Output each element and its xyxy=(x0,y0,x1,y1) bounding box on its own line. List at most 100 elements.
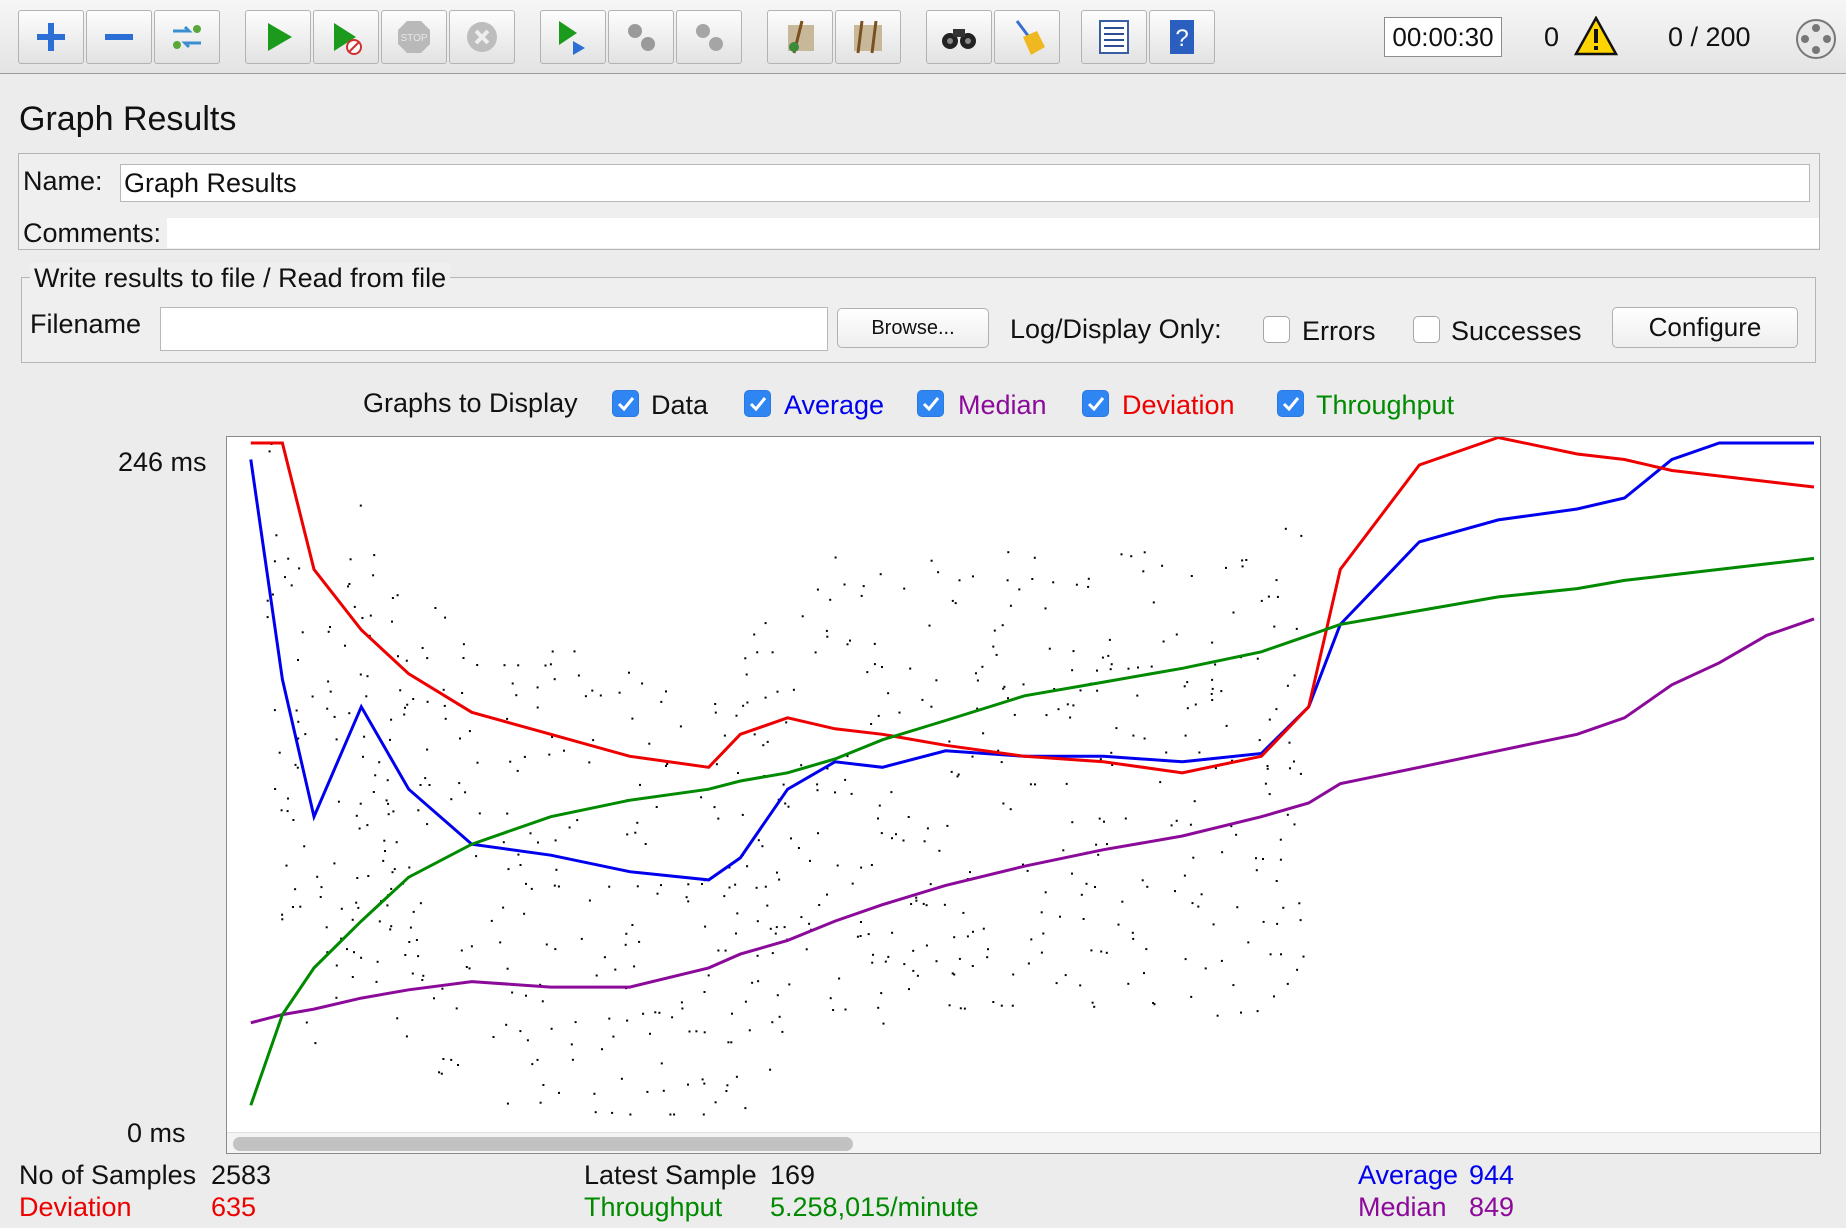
data-sample-point xyxy=(1136,694,1139,697)
data-sample-point xyxy=(426,823,429,826)
data-sample-point xyxy=(1075,583,1078,586)
data-sample-point xyxy=(1197,905,1200,908)
data-sample-point xyxy=(744,1107,747,1110)
shutdown-button[interactable] xyxy=(449,10,515,64)
data-sample-point xyxy=(1175,633,1178,636)
data-sample-point xyxy=(805,948,808,951)
clear-button[interactable] xyxy=(767,10,833,64)
average-stat-value: 944 xyxy=(1469,1160,1515,1190)
start-button[interactable] xyxy=(245,10,311,64)
data-sample-point xyxy=(943,903,946,906)
data-sample-point xyxy=(850,792,853,795)
data-sample-point xyxy=(1069,716,1072,719)
data-sample-point xyxy=(1192,856,1195,859)
data-sample-point xyxy=(1214,663,1217,666)
data-sample-point xyxy=(509,760,512,763)
data-sample-point xyxy=(788,983,791,986)
data-sample-point xyxy=(860,866,863,869)
data-sample-point xyxy=(563,749,565,752)
configure-button[interactable]: Configure xyxy=(1612,307,1798,348)
throughput-checkbox[interactable] xyxy=(1277,390,1304,417)
data-sample-point xyxy=(891,931,894,934)
data-sample-point xyxy=(1103,820,1105,823)
deviation-checkbox[interactable] xyxy=(1082,390,1109,417)
data-sample-point xyxy=(412,910,415,913)
name-field[interactable]: Graph Results xyxy=(120,164,1810,202)
help-button[interactable]: ? xyxy=(1149,10,1215,64)
data-sample-point xyxy=(517,853,520,856)
median-label: Median xyxy=(958,390,1047,420)
data-sample-point xyxy=(887,692,890,695)
horizontal-scrollbar[interactable] xyxy=(227,1132,1820,1153)
data-sample-point xyxy=(1266,767,1269,770)
data-sample-point xyxy=(1183,874,1186,877)
data-sample-point xyxy=(937,571,940,574)
results-graph xyxy=(226,436,1821,1154)
data-sample-point xyxy=(386,904,389,907)
name-label: Name: xyxy=(23,166,103,196)
data-sample-point xyxy=(995,653,998,656)
data-sample-point xyxy=(915,899,918,902)
data-sample-point xyxy=(1186,681,1189,684)
remote-start-all-button[interactable] xyxy=(540,10,606,64)
data-sample-point xyxy=(808,922,811,925)
data-sample-point xyxy=(642,1012,645,1015)
data-sample-point xyxy=(778,878,781,881)
data-sample-point xyxy=(1211,678,1214,681)
data-sample-point xyxy=(735,932,737,935)
toggle-button[interactable] xyxy=(154,10,220,64)
data-sample-point xyxy=(930,559,933,562)
data-sample-point xyxy=(1276,922,1279,925)
function-helper-button[interactable] xyxy=(1081,10,1147,64)
successes-label: Successes xyxy=(1451,316,1582,346)
add-button[interactable] xyxy=(18,10,84,64)
scrollbar-thumb[interactable] xyxy=(233,1137,853,1151)
data-sample-point xyxy=(950,770,953,773)
stop-button[interactable]: STOP xyxy=(381,10,447,64)
data-sample-point xyxy=(1279,838,1282,841)
errors-checkbox[interactable] xyxy=(1263,316,1290,343)
data-sample-point xyxy=(1255,857,1257,860)
remote-shutdown-all-button[interactable] xyxy=(676,10,742,64)
broom-gear-icon xyxy=(788,20,814,54)
reset-search-button[interactable] xyxy=(994,10,1060,64)
data-sample-point xyxy=(506,717,509,720)
data-sample-point xyxy=(523,755,526,758)
filename-field[interactable] xyxy=(160,307,828,351)
data-sample-point xyxy=(333,862,336,865)
data-sample-point xyxy=(971,755,974,758)
data-sample-point xyxy=(1130,555,1133,558)
average-checkbox[interactable] xyxy=(744,390,771,417)
clear-all-button[interactable] xyxy=(835,10,901,64)
data-sample-point xyxy=(391,620,393,623)
data-sample-point xyxy=(636,821,639,824)
comments-field[interactable] xyxy=(167,218,1819,248)
data-sample-point xyxy=(1255,869,1258,872)
remove-button[interactable] xyxy=(86,10,152,64)
data-sample-point xyxy=(856,935,859,938)
data-sample-point xyxy=(1198,751,1201,754)
data-sample-point xyxy=(611,1111,614,1114)
data-sample-point xyxy=(880,832,883,835)
data-sample-point xyxy=(628,671,630,674)
browse-button[interactable]: Browse... xyxy=(837,308,989,348)
data-sample-point xyxy=(1096,669,1098,672)
data-sample-point xyxy=(357,906,360,909)
median-stat-label: Median xyxy=(1358,1192,1447,1222)
successes-checkbox[interactable] xyxy=(1413,316,1440,343)
start-no-pauses-button[interactable] xyxy=(313,10,379,64)
data-sample-point xyxy=(459,737,461,740)
data-checkbox[interactable] xyxy=(612,390,639,417)
checkmark-icon xyxy=(749,396,766,411)
search-button[interactable] xyxy=(926,10,992,64)
data-sample-point xyxy=(1062,849,1065,852)
remote-stop-all-button[interactable] xyxy=(608,10,674,64)
data-sample-point xyxy=(378,761,381,764)
data-sample-point xyxy=(297,659,299,661)
data-sample-point xyxy=(333,715,336,718)
data-sample-point xyxy=(860,594,863,597)
data-sample-point xyxy=(359,673,362,676)
median-checkbox[interactable] xyxy=(917,390,944,417)
data-sample-point xyxy=(734,883,737,886)
data-sample-point xyxy=(303,845,306,848)
